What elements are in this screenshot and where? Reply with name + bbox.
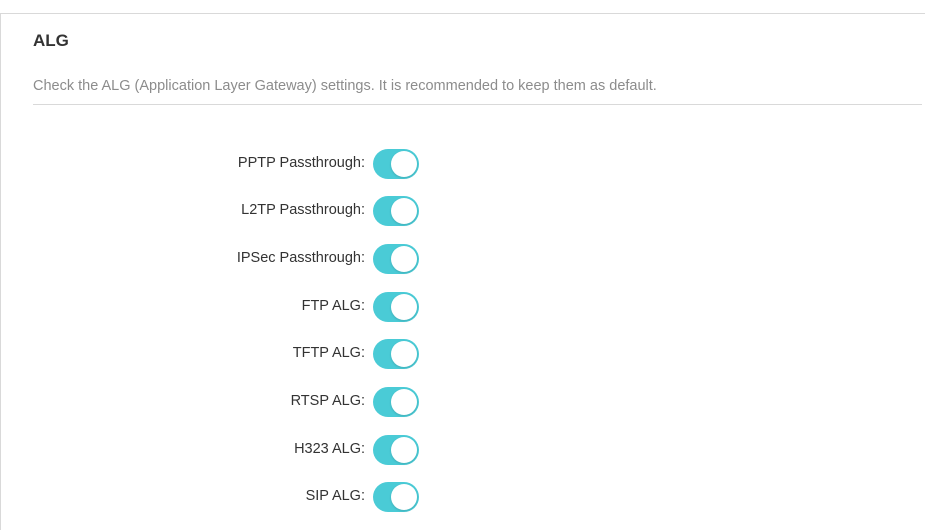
- setting-label: H323 ALG:: [294, 441, 365, 457]
- toggle-knob: [391, 294, 417, 320]
- ftp-alg-toggle[interactable]: [373, 292, 419, 322]
- setting-label: IPSec Passthrough:: [236, 250, 365, 266]
- divider: [33, 104, 922, 105]
- sip-alg-toggle[interactable]: [373, 482, 419, 512]
- section-description: Check the ALG (Application Layer Gateway…: [33, 78, 657, 94]
- h323-alg-toggle[interactable]: [373, 435, 419, 465]
- setting-label: FTP ALG:: [301, 298, 365, 314]
- setting-label: L2TP Passthrough:: [241, 202, 365, 218]
- setting-label: RTSP ALG:: [290, 393, 365, 409]
- tftp-alg-toggle[interactable]: [373, 339, 419, 369]
- toggle-knob: [391, 389, 417, 415]
- l2tp-passthrough-toggle[interactable]: [373, 196, 419, 226]
- setting-row-pptp-passthrough: PPTP Passthrough:: [1, 147, 501, 181]
- toggle-knob: [391, 437, 417, 463]
- section-title: ALG: [33, 31, 69, 50]
- alg-settings-panel: ALG Check the ALG (Application Layer Gat…: [0, 13, 925, 530]
- setting-label: TFTP ALG:: [292, 345, 365, 361]
- setting-label: SIP ALG:: [305, 488, 365, 504]
- pptp-passthrough-toggle[interactable]: [373, 149, 419, 179]
- rtsp-alg-toggle[interactable]: [373, 387, 419, 417]
- ipsec-passthrough-toggle[interactable]: [373, 244, 419, 274]
- setting-row-ipsec-passthrough: IPSec Passthrough:: [1, 242, 501, 276]
- setting-row-h323-alg: H323 ALG:: [1, 433, 501, 467]
- setting-label: PPTP Passthrough:: [237, 155, 365, 171]
- setting-row-l2tp-passthrough: L2TP Passthrough:: [1, 194, 501, 228]
- setting-row-sip-alg: SIP ALG:: [1, 480, 501, 514]
- toggle-knob: [391, 484, 417, 510]
- setting-row-tftp-alg: TFTP ALG:: [1, 337, 501, 371]
- toggle-knob: [391, 246, 417, 272]
- toggle-knob: [391, 198, 417, 224]
- toggle-knob: [391, 151, 417, 177]
- setting-row-rtsp-alg: RTSP ALG:: [1, 385, 501, 419]
- setting-row-ftp-alg: FTP ALG:: [1, 290, 501, 324]
- toggle-knob: [391, 341, 417, 367]
